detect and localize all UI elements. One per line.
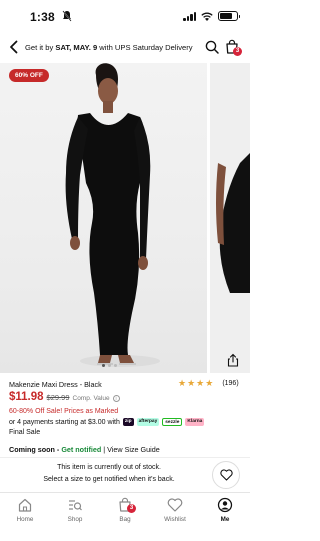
wifi-icon [201, 12, 213, 21]
tab-shop[interactable]: Shop [55, 497, 95, 523]
out-of-stock-notice: This item is currently out of stock. Sel… [0, 457, 250, 490]
tab-label: Bag [119, 516, 131, 523]
size-guide-link[interactable]: View Size Guide [107, 445, 160, 454]
sale-badge: 60% OFF [9, 69, 49, 82]
bag-button[interactable]: 3 [224, 38, 242, 56]
sezzle-logo-icon[interactable]: sezzle [162, 418, 183, 426]
tab-label: Me [220, 516, 230, 523]
info-icon[interactable]: i [112, 395, 120, 402]
promo-text: 60-80% Off Sale! Prices as Marked [9, 408, 119, 415]
add-to-wishlist-button[interactable] [212, 461, 240, 489]
availability-row: Coming soon - Get notified | View Size G… [9, 445, 160, 454]
bell-muted-icon [62, 10, 72, 22]
star-icon: ★ [205, 378, 214, 388]
tab-label: Home [16, 516, 34, 523]
price-row: $11.98 $29.99 Comp. Value i [9, 391, 120, 403]
star-icon: ★ [196, 378, 205, 388]
original-price: $29.99 [46, 393, 70, 402]
delivery-suffix: with UPS Saturday Delivery [97, 43, 193, 52]
tab-bag[interactable]: 3 Bag [105, 497, 145, 523]
tab-label: Wishlist [164, 516, 186, 523]
oos-instruction: Select a size to get notified when it's … [43, 476, 175, 483]
tab-home[interactable]: Home [5, 497, 45, 523]
comp-value-label: Comp. Value [72, 395, 110, 402]
bag-count-badge: 3 [233, 47, 242, 56]
carousel-dots [102, 364, 117, 367]
carousel-dot [114, 364, 117, 367]
product-title: Makenzie Maxi Dress - Black [9, 380, 102, 389]
delivery-prefix: Get it by [25, 43, 56, 52]
battery-icon [218, 11, 240, 21]
person-icon [217, 497, 233, 513]
product-rating[interactable]: ★ ★ ★ ★ (196) [178, 379, 239, 388]
final-sale-label: Final Sale [9, 429, 41, 436]
model-figure-next-image [216, 153, 250, 293]
status-bar: 1:38 [0, 0, 250, 34]
tab-wishlist[interactable]: Wishlist [155, 497, 195, 523]
delivery-estimate: Get it by SAT, MAY. 9 with UPS Saturday … [25, 43, 193, 52]
shop-search-icon [69, 500, 82, 511]
get-notified-link[interactable]: Get notified [61, 445, 101, 454]
carousel-dot [102, 364, 105, 367]
delivery-date: SAT, MAY. 9 [55, 43, 98, 52]
home-icon [18, 498, 32, 512]
star-icon: ★ [178, 378, 187, 388]
cellular-signal-icon [183, 11, 196, 21]
rating-count: (196) [222, 380, 239, 387]
product-image-carousel[interactable]: 60% OFF [0, 63, 250, 373]
oos-message: This item is currently out of stock. [57, 464, 161, 471]
status-time: 1:38 [30, 10, 55, 24]
carousel-dot [108, 364, 111, 367]
bag-count-badge: 3 [127, 504, 136, 513]
installments-text: or 4 payments starting at $3.00 with [9, 418, 120, 426]
product-photo[interactable]: 60% OFF [0, 63, 207, 373]
tab-label: Shop [67, 516, 83, 523]
bottom-tab-bar: Home Shop 3 Bag Wishlist Me [0, 492, 250, 541]
star-icon: ★ [187, 378, 196, 388]
sale-price: $11.98 [9, 391, 44, 403]
share-icon[interactable] [226, 353, 240, 367]
zip-logo-icon[interactable]: zip [122, 418, 134, 426]
coming-soon-label: Coming soon - [9, 445, 62, 454]
afterpay-logo-icon[interactable]: afterpay [136, 418, 160, 426]
tab-me[interactable]: Me [205, 497, 245, 523]
back-arrow-icon[interactable] [6, 39, 22, 55]
heart-icon [219, 469, 233, 481]
heart-icon [167, 498, 183, 512]
installments-row: or 4 payments starting at $3.00 with zip… [9, 418, 205, 426]
model-figure-image [65, 63, 160, 367]
klarna-logo-icon[interactable]: Klarna [185, 418, 205, 426]
search-icon[interactable] [204, 39, 220, 55]
next-product-photo[interactable] [210, 63, 250, 373]
product-header: Get it by SAT, MAY. 9 with UPS Saturday … [0, 34, 250, 62]
